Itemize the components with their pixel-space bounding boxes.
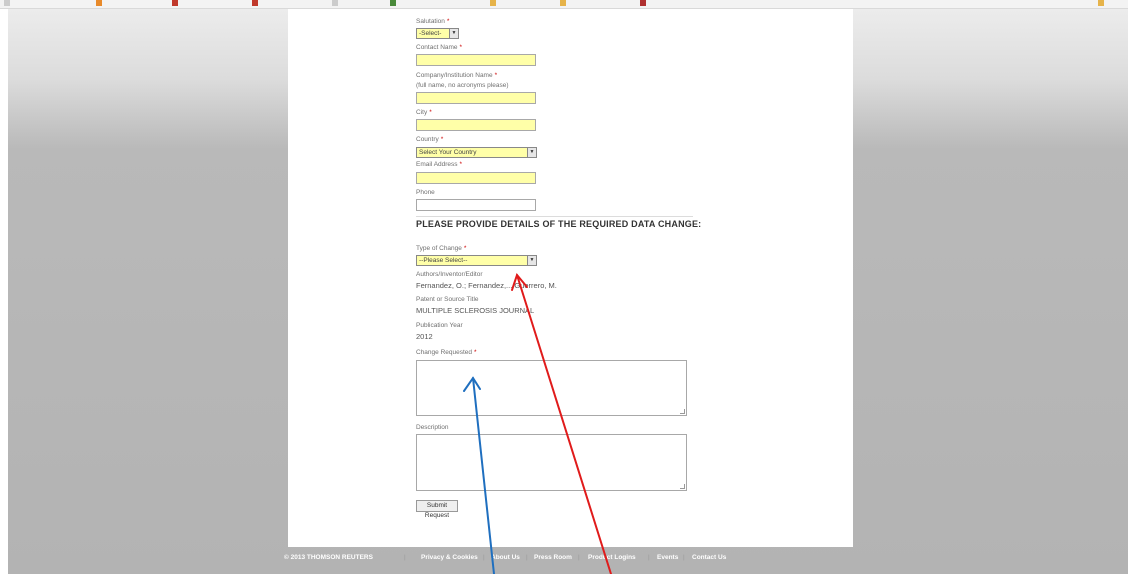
publication-year-value: 2012	[416, 332, 433, 341]
footer-link-privacy[interactable]: Privacy & Cookies	[421, 547, 478, 569]
bookmark-item[interactable]	[640, 0, 648, 8]
bookmark-item[interactable]	[332, 0, 340, 8]
change-requested-textarea[interactable]	[416, 360, 687, 416]
bookmark-item[interactable]	[390, 0, 398, 8]
company-label: Company/Institution Name *	[416, 72, 498, 79]
resize-grip-icon[interactable]	[680, 484, 685, 489]
salutation-label: Salutation *	[416, 18, 450, 25]
company-field[interactable]	[416, 92, 536, 104]
company-hint: (full name, no acronyms please)	[416, 82, 509, 89]
footer-separator: |	[404, 554, 406, 561]
bookmarks-bar	[0, 0, 1128, 9]
patent-title-label: Patent or Source Title	[416, 296, 479, 303]
authors-value: Fernandez, O.; Fernandez,... Guerrero, M…	[416, 281, 557, 290]
country-select[interactable]: Select Your Country ▼	[416, 147, 537, 158]
resize-grip-icon[interactable]	[680, 409, 685, 414]
bookmark-item[interactable]	[490, 0, 498, 8]
section-divider	[416, 216, 693, 217]
phone-field[interactable]	[416, 199, 536, 211]
footer-separator: |	[648, 554, 650, 561]
bookmark-item[interactable]	[252, 0, 260, 8]
chevron-down-icon: ▼	[527, 256, 536, 265]
city-field[interactable]	[416, 119, 536, 131]
bookmark-item[interactable]	[560, 0, 568, 8]
footer-separator: |	[483, 554, 485, 561]
description-label: Description	[416, 424, 449, 431]
footer-link-events[interactable]: Events	[657, 547, 678, 569]
footer: © 2013 THOMSON REUTERS | Privacy & Cooki…	[278, 547, 858, 569]
email-label: Email Address *	[416, 161, 463, 168]
footer-link-about[interactable]: About Us	[491, 547, 520, 569]
bookmark-item[interactable]	[4, 0, 12, 8]
type-of-change-label: Type of Change *	[416, 245, 467, 252]
footer-separator: |	[578, 554, 580, 561]
footer-separator: |	[683, 554, 685, 561]
country-label: Country *	[416, 136, 444, 143]
patent-title-value: MULTIPLE SCLEROSIS JOURNAL	[416, 306, 535, 315]
chevron-down-icon: ▼	[527, 148, 536, 157]
chevron-down-icon: ▼	[449, 29, 458, 38]
footer-copyright: © 2013 THOMSON REUTERS	[284, 554, 373, 561]
contact-name-label: Contact Name *	[416, 44, 463, 51]
bookmark-item[interactable]	[172, 0, 180, 8]
other-bookmarks-icon[interactable]	[1098, 0, 1128, 8]
phone-label: Phone	[416, 189, 435, 196]
footer-link-product-logins[interactable]: Product Logins	[588, 547, 636, 569]
bookmark-item[interactable]	[96, 0, 104, 8]
footer-link-contact[interactable]: Contact Us	[692, 547, 726, 569]
section-heading: PLEASE PROVIDE DETAILS OF THE REQUIRED D…	[416, 219, 702, 229]
footer-separator: |	[526, 554, 528, 561]
authors-label: Authors/Inventor/Editor	[416, 271, 483, 278]
salutation-select[interactable]: -Select- ▼	[416, 28, 459, 39]
footer-link-press[interactable]: Press Room	[534, 547, 572, 569]
publication-year-label: Publication Year	[416, 322, 463, 329]
city-label: City *	[416, 109, 432, 116]
contact-name-field[interactable]	[416, 54, 536, 66]
submit-request-button[interactable]: Submit Request	[416, 500, 458, 519]
content-panel: Salutation * -Select- ▼ Contact Name * Comp…	[288, 9, 853, 547]
change-requested-label: Change Requested *	[416, 349, 477, 356]
description-textarea[interactable]	[416, 434, 687, 491]
email-field[interactable]	[416, 172, 536, 184]
type-of-change-select[interactable]: --Please Select-- ▼	[416, 255, 537, 266]
